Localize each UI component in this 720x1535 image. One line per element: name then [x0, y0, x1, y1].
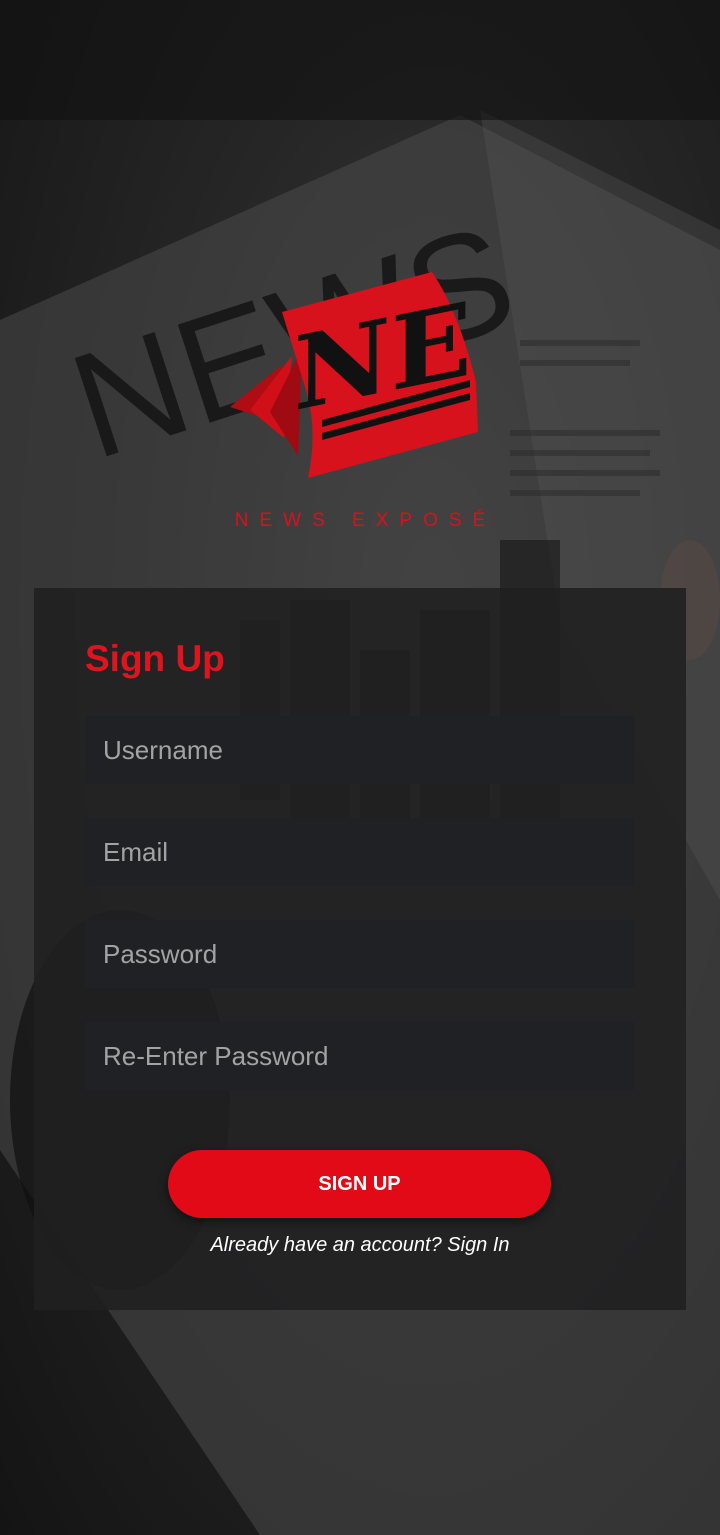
sign-up-button[interactable]: SIGN UP	[168, 1150, 551, 1218]
email-input[interactable]	[85, 818, 635, 886]
reenter-password-input[interactable]	[85, 1022, 635, 1090]
brand-name: NEWS EXPOSÉ	[234, 510, 497, 531]
sign-in-link[interactable]: Already have an account? Sign In	[34, 1234, 686, 1257]
username-input[interactable]	[85, 716, 635, 784]
signup-card: Sign Up SIGN UP Already have an account?…	[34, 588, 686, 1310]
password-input[interactable]	[85, 920, 635, 988]
news-expose-logo: NE	[230, 272, 478, 478]
page-title: Sign Up	[85, 638, 225, 679]
